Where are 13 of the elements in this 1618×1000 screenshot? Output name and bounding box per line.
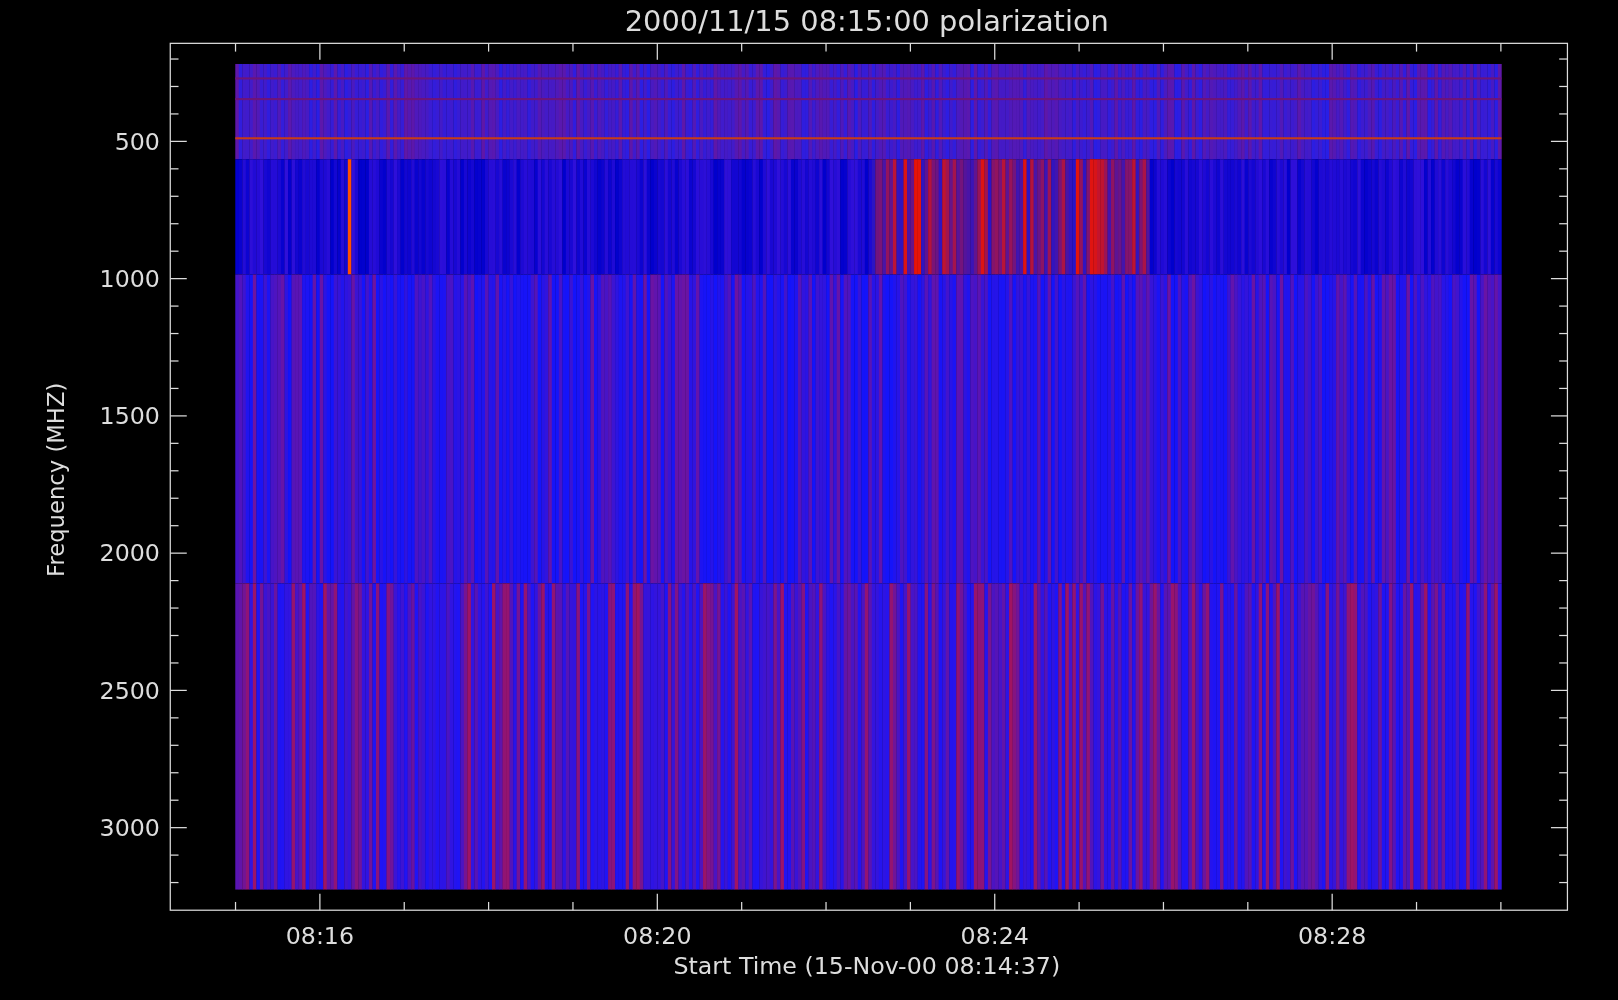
x-axis-label: Start Time (15-Nov-00 08:14:37) — [673, 952, 1061, 981]
y-tick-label: 2500 — [99, 676, 160, 705]
y-tick-label: 2000 — [99, 539, 160, 568]
y-tick-label: 3000 — [99, 813, 160, 842]
x-tick-label: 08:28 — [1298, 922, 1367, 951]
x-tick-label: 08:24 — [960, 922, 1029, 951]
x-tick-label: 08:20 — [623, 922, 692, 951]
plot-title: 2000/11/15 08:15:00 polarization — [624, 3, 1109, 38]
y-axis-label: Frequency (MHZ) — [43, 382, 69, 578]
y-tick-label: 1000 — [99, 264, 160, 293]
x-tick-label: 08:16 — [285, 922, 355, 951]
y-tick-label: 1500 — [99, 402, 160, 431]
y-tick-label: 500 — [114, 127, 160, 156]
